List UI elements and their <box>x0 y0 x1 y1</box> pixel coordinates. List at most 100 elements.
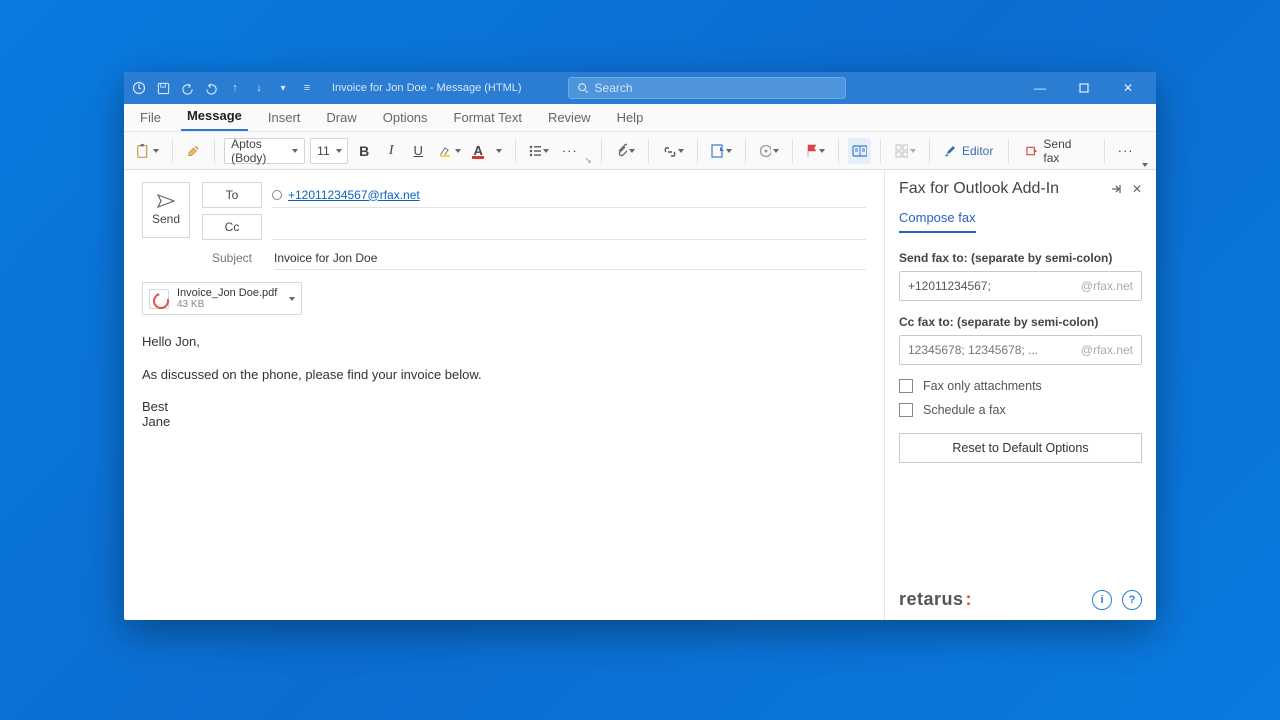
flag-button[interactable] <box>802 138 829 164</box>
menu-tabs: File Message Insert Draw Options Format … <box>124 104 1156 132</box>
send-button[interactable]: Send <box>142 182 190 238</box>
option-schedule-fax[interactable]: Schedule a fax <box>899 403 1142 417</box>
chevron-down-icon <box>629 149 635 153</box>
tab-help[interactable]: Help <box>611 105 650 131</box>
pdf-icon <box>149 289 169 309</box>
paste-button[interactable] <box>132 138 163 164</box>
attachment-name: Invoice_Jon Doe.pdf <box>177 287 277 299</box>
underline-button[interactable]: U <box>407 138 429 164</box>
attach-button[interactable] <box>611 138 640 164</box>
font-name-combo[interactable]: Aptos (Body) <box>224 138 305 164</box>
fax-icon <box>1026 145 1037 157</box>
tab-draw[interactable]: Draw <box>320 105 362 131</box>
subject-input[interactable] <box>274 246 866 270</box>
brand-logo: retarus: <box>899 589 971 610</box>
cc-field[interactable] <box>272 214 866 240</box>
ribbon-collapse-button[interactable] <box>1142 132 1148 169</box>
attachment-text: Invoice_Jon Doe.pdf 43 KB <box>177 287 277 310</box>
more-formatting-button[interactable]: ··· <box>558 138 581 164</box>
italic-button[interactable]: I <box>380 138 402 164</box>
addins-button[interactable] <box>890 138 920 164</box>
font-size-combo[interactable]: 11 <box>310 138 348 164</box>
editor-button[interactable]: Editor <box>939 138 999 164</box>
save-icon[interactable] <box>154 79 172 97</box>
attachment-size: 43 KB <box>177 299 277 310</box>
chevron-down-icon[interactable] <box>289 297 295 301</box>
recipients-column: To +12011234567@rfax.net Cc <box>202 182 866 240</box>
close-button[interactable]: ✕ <box>1114 78 1142 98</box>
pane-footer: retarus: i ? <box>899 589 1142 610</box>
sendto-field[interactable]: @rfax.net <box>899 271 1142 301</box>
tab-review[interactable]: Review <box>542 105 597 131</box>
immersive-reader-button[interactable] <box>848 138 871 164</box>
redo-icon[interactable] <box>202 79 220 97</box>
cc-button[interactable]: Cc <box>202 214 262 240</box>
reset-button[interactable]: Reset to Default Options <box>899 433 1142 463</box>
signature-button[interactable] <box>707 138 736 164</box>
maximize-button[interactable] <box>1070 78 1098 98</box>
undo-icon[interactable] <box>178 79 196 97</box>
down-arrow-icon[interactable]: ↓ <box>250 79 268 97</box>
pane-pin-icon[interactable] <box>1110 182 1122 196</box>
tab-insert[interactable]: Insert <box>262 105 307 131</box>
checkbox-icon[interactable] <box>899 403 913 417</box>
qat-overflow-icon[interactable]: ≡ <box>298 79 316 97</box>
sendto-label: Send fax to: (separate by semi-colon) <box>899 251 1142 265</box>
domain-suffix: @rfax.net <box>1081 279 1133 293</box>
tab-options[interactable]: Options <box>377 105 434 131</box>
tab-message[interactable]: Message <box>181 103 248 131</box>
chevron-down-icon <box>292 149 298 153</box>
sendto-input[interactable] <box>908 279 1081 293</box>
customize-qat-icon[interactable]: ▾ <box>274 79 292 97</box>
tab-file[interactable]: File <box>134 105 167 131</box>
body-line: Best <box>142 399 866 415</box>
to-row: To +12011234567@rfax.net <box>202 182 866 208</box>
pane-header: Fax for Outlook Add-In ✕ <box>899 180 1142 198</box>
to-recipient[interactable]: +12011234567@rfax.net <box>288 188 420 202</box>
help-icon[interactable]: ? <box>1122 590 1142 610</box>
chevron-down-icon <box>678 149 684 153</box>
search-placeholder: Search <box>595 81 633 95</box>
chevron-down-icon <box>336 149 342 153</box>
subject-label: Subject <box>202 251 262 265</box>
ccto-input[interactable] <box>908 343 1081 357</box>
outlook-window: ↑ ↓ ▾ ≡ Invoice for Jon Doe - Message (H… <box>124 72 1156 620</box>
compose-header: Send To +12011234567@rfax.net Cc <box>142 182 866 240</box>
font-color-button[interactable]: A <box>470 138 506 164</box>
ccto-label: Cc fax to: (separate by semi-colon) <box>899 315 1142 329</box>
message-body[interactable]: Hello Jon, As discussed on the phone, pl… <box>142 333 866 430</box>
chevron-down-icon <box>910 149 916 153</box>
sensitivity-button[interactable] <box>755 138 784 164</box>
to-field[interactable]: +12011234567@rfax.net <box>272 182 866 208</box>
attachment-chip[interactable]: Invoice_Jon Doe.pdf 43 KB <box>142 282 302 315</box>
option-fax-attachments[interactable]: Fax only attachments <box>899 379 1142 393</box>
pane-close-button[interactable]: ✕ <box>1132 182 1142 196</box>
titlebar: ↑ ↓ ▾ ≡ Invoice for Jon Doe - Message (H… <box>124 72 1156 104</box>
bold-button[interactable]: B <box>353 138 375 164</box>
ribbon-overflow-button[interactable]: ··· <box>1114 138 1137 164</box>
minimize-button[interactable]: — <box>1026 78 1054 98</box>
body-line: As discussed on the phone, please find y… <box>142 366 866 385</box>
to-button[interactable]: To <box>202 182 262 208</box>
search-box[interactable]: Search <box>568 77 846 99</box>
main-area: Send To +12011234567@rfax.net Cc <box>124 170 1156 620</box>
up-arrow-icon[interactable]: ↑ <box>226 79 244 97</box>
tab-format-text[interactable]: Format Text <box>448 105 528 131</box>
link-button[interactable] <box>658 138 688 164</box>
pane-tab-compose[interactable]: Compose fax <box>899 210 976 233</box>
format-painter-button[interactable] <box>182 138 205 164</box>
info-icon[interactable]: i <box>1092 590 1112 610</box>
body-line: Jane <box>142 414 866 430</box>
bullets-button[interactable] <box>525 138 554 164</box>
send-fax-button[interactable]: Send fax <box>1018 138 1095 164</box>
chevron-down-icon <box>773 149 779 153</box>
domain-suffix: @rfax.net <box>1081 343 1133 357</box>
ccto-field[interactable]: @rfax.net <box>899 335 1142 365</box>
window-title: Invoice for Jon Doe - Message (HTML) <box>332 82 522 94</box>
body-line: Hello Jon, <box>142 333 866 352</box>
paragraph-launcher-icon[interactable]: ↘ <box>584 155 592 166</box>
autosave-icon[interactable] <box>130 79 148 97</box>
compose-pane: Send To +12011234567@rfax.net Cc <box>124 170 884 620</box>
checkbox-icon[interactable] <box>899 379 913 393</box>
highlight-button[interactable] <box>434 138 464 164</box>
